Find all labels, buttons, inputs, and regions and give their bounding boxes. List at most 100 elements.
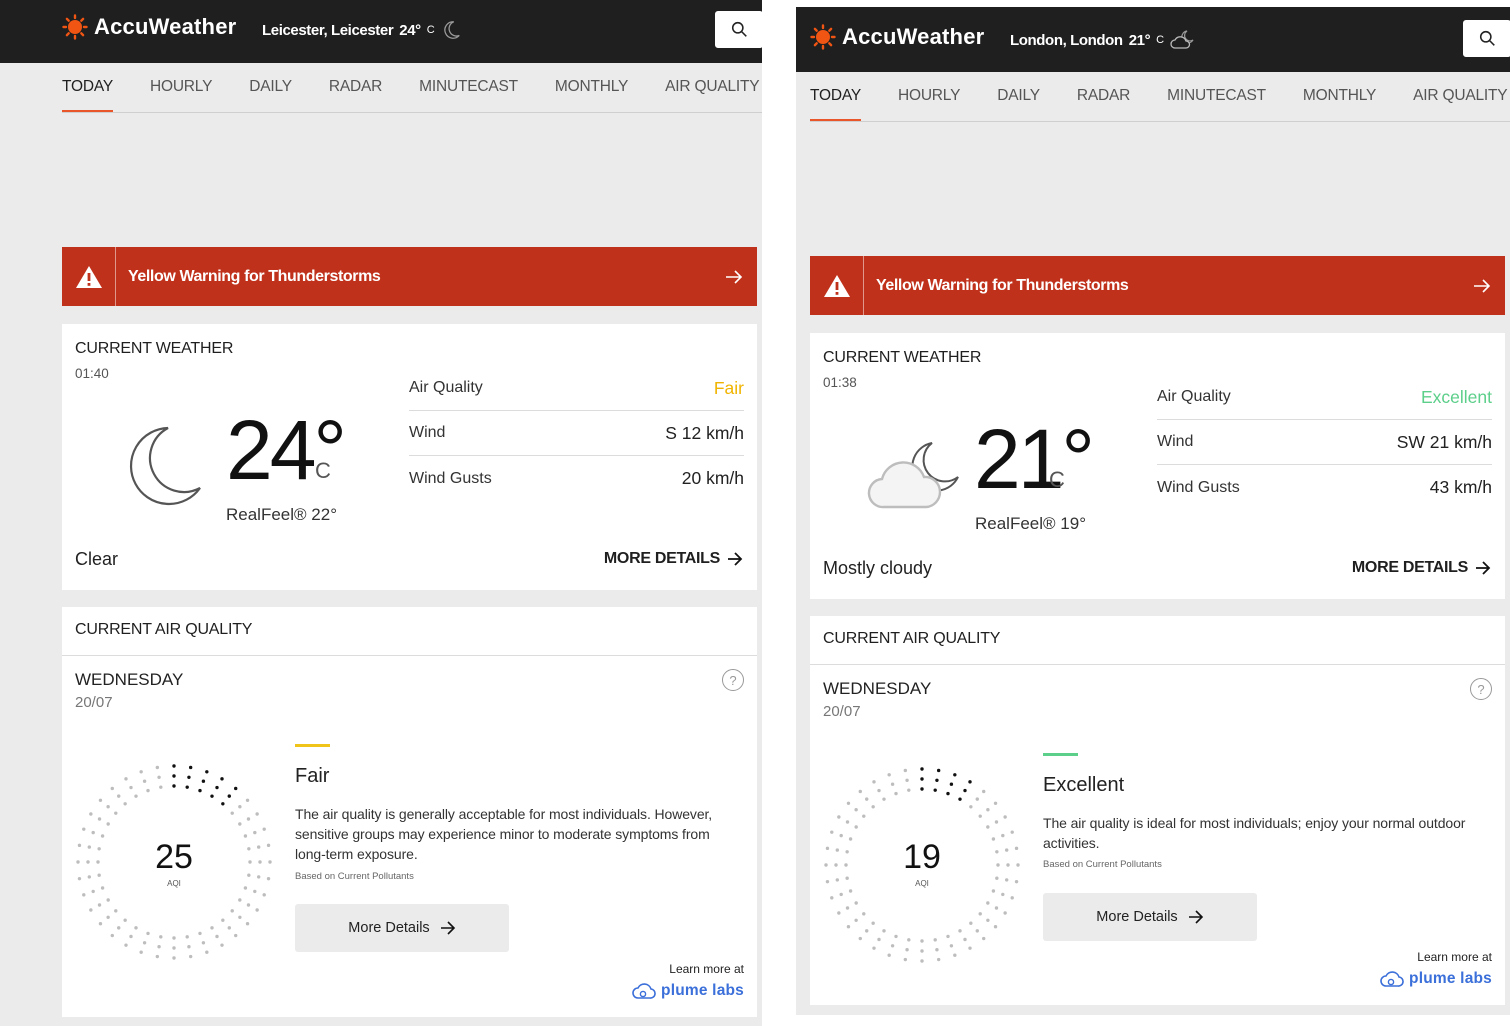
aqi-dial-dot — [198, 931, 202, 936]
aqi-dial-dot — [969, 921, 973, 925]
aqi-dial-dot — [933, 938, 937, 942]
aqi-dial-dot — [188, 954, 193, 959]
metric-label: Wind Gusts — [1157, 478, 1240, 496]
tab-hourly[interactable]: HOURLY — [898, 72, 960, 121]
aqi-dial-dot — [936, 768, 941, 773]
current-weather-card[interactable]: CURRENT WEATHER 01:38 21° C RealFeel® 19… — [810, 333, 1505, 599]
aqi-dial-dot — [262, 893, 266, 897]
aqi-dial-dot — [839, 833, 843, 838]
header-location[interactable]: Leicester, Leicester 24° C — [262, 19, 462, 41]
air-quality-title: CURRENT AIR QUALITY — [75, 621, 253, 638]
tab-air-quality[interactable]: AIR QUALITY — [1413, 72, 1507, 121]
aqi-dial-dot — [97, 903, 102, 907]
tab-today[interactable]: TODAY — [62, 63, 113, 112]
header-location-name: London, London — [1010, 31, 1123, 49]
aqi-dial-dot — [157, 775, 161, 780]
tab-minutecast[interactable]: MINUTECAST — [419, 63, 518, 112]
aqi-dial-dot — [872, 946, 876, 950]
tab-monthly[interactable]: MONTHLY — [555, 63, 628, 112]
metric-wind-gusts: Wind Gusts 20 km/h — [409, 456, 744, 501]
plume-labs-link[interactable]: plume labs — [1380, 970, 1492, 988]
current-metrics: Air Quality Fair Wind S 12 km/h Wind Gus… — [409, 366, 744, 501]
aq-based-on: Based on Current Pollutants — [295, 871, 414, 882]
question-icon[interactable]: ? — [1470, 678, 1492, 700]
header-location[interactable]: London, London 21° C — [1010, 29, 1196, 51]
aq-more-details-button[interactable]: More Details — [295, 904, 509, 952]
aqi-dial-dot — [262, 827, 266, 831]
warning-text: Yellow Warning for Thunderstorms — [128, 267, 381, 285]
aq-more-details-button[interactable]: More Details — [1043, 893, 1257, 941]
aqi-dial-dot — [172, 956, 176, 960]
weather-warning-banner[interactable]: Yellow Warning for Thunderstorms — [810, 256, 1505, 315]
tab-daily[interactable]: DAILY — [997, 72, 1040, 121]
plume-labs-label: plume labs — [661, 982, 744, 999]
aqi-label: AQI — [915, 879, 929, 888]
tab-radar[interactable]: RADAR — [1077, 72, 1130, 121]
aqi-dial-dot — [155, 954, 160, 959]
aqi-dial-dot — [255, 908, 259, 912]
aqi-dial-dot — [890, 782, 895, 786]
aqi-dial-dot — [155, 765, 160, 770]
aqi-dial-dot — [858, 789, 862, 794]
search-icon — [1479, 30, 1495, 46]
accuweather-logo[interactable]: AccuWeather — [810, 24, 984, 50]
weather-warning-banner[interactable]: Yellow Warning for Thunderstorms — [62, 247, 757, 306]
more-details-link[interactable]: MORE DETAILS — [1352, 559, 1491, 577]
aqi-dial-dot — [982, 789, 986, 794]
aqi-dial-dot — [234, 933, 238, 938]
metric-label: Air Quality — [409, 379, 483, 396]
aqi-dial-dot — [920, 787, 924, 791]
aqi-dial-dot — [230, 909, 234, 913]
aqi-dial-dot — [968, 780, 972, 784]
tab-today[interactable]: TODAY — [810, 72, 861, 121]
aqi-dial-dot — [185, 785, 189, 789]
metric-air-quality: Air Quality Fair — [409, 366, 744, 411]
metric-wind: Wind S 12 km/h — [409, 411, 744, 456]
question-icon[interactable]: ? — [722, 669, 744, 691]
current-temp-unit: C — [315, 458, 331, 483]
aqi-dial-dot — [845, 906, 850, 910]
divider — [62, 655, 757, 656]
accuweather-logo[interactable]: AccuWeather — [62, 14, 236, 40]
aqi-dial-dot — [953, 773, 957, 777]
search-button[interactable] — [1463, 20, 1510, 57]
realfeel: RealFeel® 22° — [226, 505, 337, 524]
aqi-dial-dot — [920, 949, 924, 953]
aqi-dial-dot — [845, 820, 850, 824]
search-button[interactable] — [715, 11, 762, 48]
aqi-dial-dot — [98, 922, 103, 926]
more-details-link[interactable]: MORE DETAILS — [604, 550, 743, 568]
air-quality-card: CURRENT AIR QUALITY WEDNESDAY 20/07 ? 19… — [810, 616, 1505, 1005]
tab-hourly[interactable]: HOURLY — [150, 63, 212, 112]
aqi-dial-dot — [238, 805, 242, 809]
tab-monthly[interactable]: MONTHLY — [1303, 72, 1376, 121]
aqi-dial-dot — [238, 822, 242, 826]
current-weather-card[interactable]: CURRENT WEATHER 01:40 24° C RealFeel® 22… — [62, 324, 757, 590]
aqi-dial-dot — [865, 929, 869, 933]
tab-radar[interactable]: RADAR — [329, 63, 382, 112]
aqi-dial-dot — [871, 805, 875, 809]
brand-name: AccuWeather — [94, 14, 237, 39]
tab-daily[interactable]: DAILY — [249, 63, 292, 112]
learn-more-text: Learn more at — [669, 962, 744, 976]
arrow-right-icon — [1459, 278, 1505, 293]
plume-labs-label: plume labs — [1409, 970, 1492, 987]
tab-minutecast[interactable]: MINUTECAST — [1167, 72, 1266, 121]
aq-category-bar — [1043, 753, 1078, 756]
aqi-dial-dot — [905, 947, 909, 952]
aqi-dial-dot — [986, 825, 990, 829]
aqi-dial-dot — [253, 889, 257, 894]
aqi-dial-dot — [894, 934, 898, 939]
aqi-dial-dot — [907, 938, 911, 942]
aqi-dial-dot — [139, 950, 143, 954]
warning-text: Yellow Warning for Thunderstorms — [876, 276, 1129, 294]
aqi-dial-dot — [968, 946, 972, 950]
aqi-dial-dot — [106, 915, 110, 919]
main-nav: TODAY HOURLY DAILY RADAR MINUTECAST MONT… — [62, 63, 762, 113]
tab-air-quality[interactable]: AIR QUALITY — [665, 63, 759, 112]
current-condition: Mostly cloudy — [823, 558, 933, 578]
site-header: AccuWeather London, London 21° C — [796, 7, 1510, 72]
aqi-dial-dot — [110, 933, 114, 938]
plume-labs-link[interactable]: plume labs — [632, 982, 744, 1000]
aqi-dial-dot — [920, 777, 924, 781]
